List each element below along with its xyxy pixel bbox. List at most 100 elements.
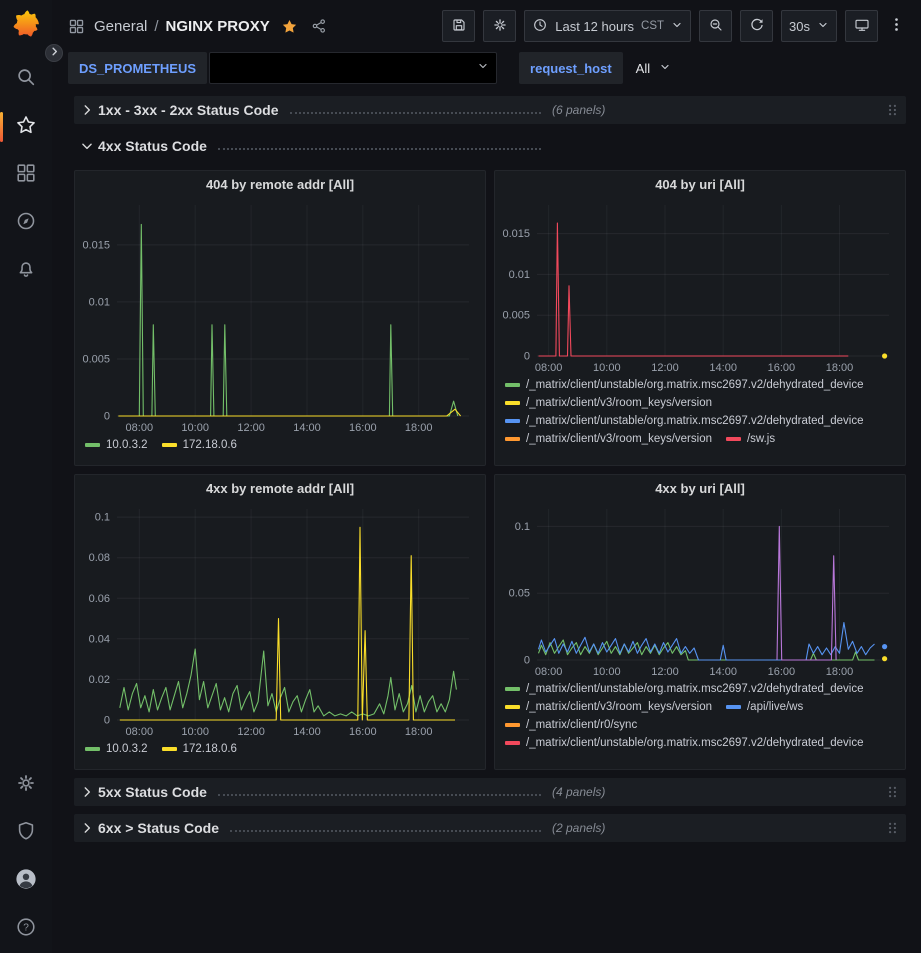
chevron-down-icon xyxy=(817,19,829,34)
row-panel-count: (4 panels) xyxy=(552,785,605,799)
panel-title[interactable]: 4xx by uri [All] xyxy=(495,475,905,502)
svg-text:0: 0 xyxy=(524,351,530,363)
compass-icon xyxy=(15,210,37,237)
breadcrumb-folder[interactable]: General xyxy=(94,18,147,35)
legend-item[interactable]: 10.0.3.2 xyxy=(85,439,148,451)
help-icon: ? xyxy=(15,916,37,943)
request-host-variable-label[interactable]: request_host xyxy=(519,52,623,84)
datasource-variable-label[interactable]: DS_PROMETHEUS xyxy=(68,52,207,84)
avatar xyxy=(15,868,37,895)
legend-item[interactable]: /_matrix/client/unstable/org.matrix.msc2… xyxy=(505,415,864,427)
sidebar-item-settings[interactable] xyxy=(0,761,52,809)
svg-text:08:00: 08:00 xyxy=(535,666,563,678)
panel-title[interactable]: 404 by remote addr [All] xyxy=(75,171,485,198)
sidebar-item-explore[interactable] xyxy=(0,199,52,247)
legend-series-color xyxy=(162,747,177,751)
row-title[interactable]: 4xx Status Code xyxy=(98,138,207,154)
panel-404-by-remote-addr: 404 by remote addr [All] 08:0010:0012:00… xyxy=(74,170,486,466)
legend-series-label: /sw.js xyxy=(747,433,775,445)
sidebar-item-server-admin[interactable] xyxy=(0,809,52,857)
sidebar-item-help[interactable]: ? xyxy=(0,905,52,953)
sidebar-item-profile[interactable] xyxy=(0,857,52,905)
row-drag-handle[interactable] xyxy=(886,820,899,836)
grafana-logo[interactable] xyxy=(11,10,41,45)
row-5xx[interactable]: 5xx Status Code (4 panels) xyxy=(74,778,906,806)
search-icon xyxy=(15,66,37,93)
legend-item[interactable]: 172.18.0.6 xyxy=(162,743,237,755)
legend-series-color xyxy=(505,401,520,405)
row-1xx-3xx-2xx[interactable]: 1xx - 3xx - 2xx Status Code (6 panels) xyxy=(74,96,906,124)
panel-4xx-by-uri: 4xx by uri [All] 08:0010:0012:0014:0016:… xyxy=(494,474,906,770)
row-4xx[interactable]: 4xx Status Code xyxy=(74,132,906,160)
legend-item[interactable]: /sw.js xyxy=(726,433,775,445)
svg-text:12:00: 12:00 xyxy=(651,362,679,374)
row-title[interactable]: 6xx > Status Code xyxy=(98,820,219,836)
legend-item[interactable]: /_matrix/client/r0/sync xyxy=(505,719,637,731)
legend-item[interactable]: /_matrix/client/unstable/org.matrix.msc2… xyxy=(505,683,864,695)
legend-series-label: 172.18.0.6 xyxy=(183,743,237,755)
row-drag-handle[interactable] xyxy=(886,784,899,800)
legend-item[interactable]: /_matrix/client/v3/room_keys/version xyxy=(505,397,712,409)
panel-title[interactable]: 4xx by remote addr [All] xyxy=(75,475,485,502)
zoom-out-time-button[interactable] xyxy=(699,10,732,42)
legend-item[interactable]: 10.0.3.2 xyxy=(85,743,148,755)
save-dashboard-button[interactable] xyxy=(442,10,475,42)
row-drag-handle[interactable] xyxy=(886,102,899,118)
header-more-menu[interactable] xyxy=(886,16,907,36)
timeseries-chart[interactable]: 08:0010:0012:0014:0016:0018:0000.020.040… xyxy=(75,502,485,740)
chevron-right-icon xyxy=(76,821,98,835)
svg-text:12:00: 12:00 xyxy=(651,666,679,678)
legend-item[interactable]: /_matrix/client/unstable/org.matrix.msc2… xyxy=(505,737,864,749)
row-leader-dots xyxy=(290,112,541,114)
svg-text:12:00: 12:00 xyxy=(237,422,265,434)
svg-text:0.01: 0.01 xyxy=(509,269,530,281)
row-leader-dots xyxy=(230,830,541,832)
legend-series-label: /_matrix/client/v3/room_keys/version xyxy=(526,701,712,713)
chart-legend: 10.0.3.2 172.18.0.6 xyxy=(75,436,485,455)
favorite-star-icon[interactable] xyxy=(281,18,298,35)
refresh-button[interactable] xyxy=(740,10,773,42)
svg-text:0: 0 xyxy=(104,715,110,727)
svg-text:0.01: 0.01 xyxy=(89,296,110,308)
dashboards-grid-icon xyxy=(15,162,37,189)
svg-text:16:00: 16:00 xyxy=(768,666,796,678)
legend-item[interactable]: /_matrix/client/v3/room_keys/version xyxy=(505,433,712,445)
chart-legend: /_matrix/client/unstable/org.matrix.msc2… xyxy=(495,376,905,449)
request-host-variable: request_host All xyxy=(519,52,682,84)
share-icon[interactable] xyxy=(311,18,327,34)
dashboard-settings-button[interactable] xyxy=(483,10,516,42)
sidebar-item-starred[interactable] xyxy=(0,103,52,151)
sidebar-item-search[interactable] xyxy=(0,55,52,103)
timeseries-chart[interactable]: 08:0010:0012:0014:0016:0018:0000.0050.01… xyxy=(75,198,485,436)
breadcrumb-dashboard-title[interactable]: NGINX PROXY xyxy=(166,18,270,35)
legend-item[interactable]: /_matrix/client/v3/room_keys/version xyxy=(505,701,712,713)
time-range-picker[interactable]: Last 12 hours CST xyxy=(524,10,691,42)
sidebar-expand-button[interactable] xyxy=(45,44,63,62)
svg-text:0.02: 0.02 xyxy=(89,674,110,686)
row-title[interactable]: 5xx Status Code xyxy=(98,784,207,800)
svg-text:14:00: 14:00 xyxy=(293,422,321,434)
legend-item[interactable]: 172.18.0.6 xyxy=(162,439,237,451)
timeseries-chart[interactable]: 08:0010:0012:0014:0016:0018:0000.050.1 xyxy=(495,502,905,680)
timeseries-chart[interactable]: 08:0010:0012:0014:0016:0018:0000.0050.01… xyxy=(495,198,905,376)
main-area: General / NGINX PROXY Last 12 hours CST … xyxy=(52,0,921,953)
datasource-select[interactable] xyxy=(209,52,497,84)
request-host-select[interactable]: All xyxy=(625,52,682,84)
legend-series-label: /api/live/ws xyxy=(747,701,803,713)
legend-series-color xyxy=(505,419,520,423)
legend-item[interactable]: /api/live/ws xyxy=(726,701,803,713)
sidebar-item-alerting[interactable] xyxy=(0,247,52,295)
sidebar-item-dashboards[interactable] xyxy=(0,151,52,199)
chevron-right-icon xyxy=(49,44,60,62)
row-header: 5xx Status Code xyxy=(74,784,552,800)
svg-text:16:00: 16:00 xyxy=(768,362,796,374)
svg-text:0.015: 0.015 xyxy=(502,228,530,240)
sidebar: ? xyxy=(0,0,52,953)
variables-bar: DS_PROMETHEUS request_host All xyxy=(52,52,921,88)
row-title[interactable]: 1xx - 3xx - 2xx Status Code xyxy=(98,102,279,118)
legend-item[interactable]: /_matrix/client/unstable/org.matrix.msc2… xyxy=(505,379,864,391)
row-6xx[interactable]: 6xx > Status Code (2 panels) xyxy=(74,814,906,842)
tv-mode-button[interactable] xyxy=(845,10,878,42)
panel-title[interactable]: 404 by uri [All] xyxy=(495,171,905,198)
refresh-interval-dropdown[interactable]: 30s xyxy=(781,10,837,42)
